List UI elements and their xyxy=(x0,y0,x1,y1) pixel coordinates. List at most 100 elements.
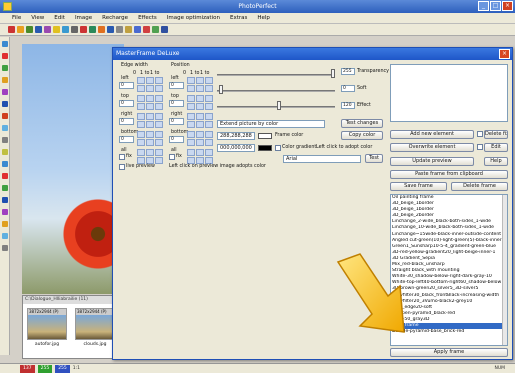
right-spin[interactable] xyxy=(137,113,145,120)
tool-icon[interactable] xyxy=(98,26,105,33)
pos-top-spin[interactable] xyxy=(187,95,195,102)
right-position-input[interactable]: 0 xyxy=(169,118,184,125)
edit-checkbox[interactable] xyxy=(477,144,483,150)
top-spin[interactable] xyxy=(155,95,163,102)
font-select[interactable]: Arial xyxy=(283,155,361,163)
pos-left-spin[interactable] xyxy=(196,77,204,84)
pos-bottom-spin[interactable] xyxy=(205,139,213,146)
list-item[interactable]: Greyfilter30_black_frontBlack-increasing… xyxy=(391,293,507,299)
tool-icon[interactable] xyxy=(143,26,150,33)
bottom-spin[interactable] xyxy=(146,131,154,138)
right-spin[interactable] xyxy=(155,121,163,128)
soft-value[interactable]: 0 xyxy=(341,85,355,92)
all-spin[interactable] xyxy=(137,157,145,164)
pos-all-spin[interactable] xyxy=(187,149,195,156)
right-spin[interactable] xyxy=(146,121,154,128)
all-spin[interactable] xyxy=(137,149,145,156)
all-spin[interactable] xyxy=(146,157,154,164)
pos-right-spin[interactable] xyxy=(187,121,195,128)
bottom-edge-input[interactable]: 0 xyxy=(119,136,134,143)
frame-list[interactable]: Oil painting frame 3D_beige_1border 3D_b… xyxy=(390,194,508,346)
overwrite-element-button[interactable]: Overwrite element xyxy=(390,143,474,152)
left-edge-input[interactable]: 0 xyxy=(119,82,134,89)
list-item[interactable]: Double-pyramid-base_brick-red xyxy=(391,329,507,335)
pos-top-spin[interactable] xyxy=(187,103,195,110)
tool-icon[interactable] xyxy=(35,26,42,33)
tool-icon[interactable] xyxy=(2,245,8,251)
tool-icon[interactable] xyxy=(161,26,168,33)
tool-icon[interactable] xyxy=(71,26,78,33)
tool-icon[interactable] xyxy=(107,26,114,33)
pos-right-spin[interactable] xyxy=(187,113,195,120)
pos-left-spin[interactable] xyxy=(196,85,204,92)
pos-right-spin[interactable] xyxy=(196,121,204,128)
pos-left-spin[interactable] xyxy=(205,85,213,92)
tool-icon[interactable] xyxy=(134,26,141,33)
frame-color-swatch[interactable] xyxy=(258,133,272,139)
menu-image[interactable]: Image xyxy=(75,15,92,21)
image-canvas[interactable] xyxy=(22,44,124,294)
bottom-position-input[interactable]: 0 xyxy=(169,136,184,143)
transparency-value[interactable]: 255 xyxy=(341,68,355,75)
tool-icon[interactable] xyxy=(2,233,8,239)
left-position-input[interactable]: 0 xyxy=(169,82,184,89)
help-button[interactable]: Help xyxy=(484,157,508,166)
list-scrollbar[interactable] xyxy=(502,195,507,345)
thumbnail[interactable]: 3872x2944 (P) xyxy=(27,308,67,340)
menu-effects[interactable]: Effects xyxy=(138,15,157,21)
tool-icon[interactable] xyxy=(2,41,8,47)
top-position-input[interactable]: 0 xyxy=(169,100,184,107)
thumbnail[interactable]: 3872x2944 (P) xyxy=(75,308,115,340)
menu-extras[interactable]: Extras xyxy=(230,15,247,21)
fix-checkbox[interactable] xyxy=(119,154,125,160)
tool-icon[interactable] xyxy=(2,65,8,71)
pos-bottom-spin[interactable] xyxy=(187,131,195,138)
left-spin[interactable] xyxy=(146,85,154,92)
add-new-element-button[interactable]: Add new element xyxy=(390,130,474,139)
tool-icon[interactable] xyxy=(2,125,8,131)
maximize-button[interactable]: □ xyxy=(490,1,501,11)
left-spin[interactable] xyxy=(155,85,163,92)
save-frame-button[interactable]: Save frame xyxy=(390,182,447,191)
color-gradient-checkbox[interactable] xyxy=(275,145,281,151)
top-spin[interactable] xyxy=(146,95,154,102)
tool-icon[interactable] xyxy=(2,53,8,59)
pos-bottom-spin[interactable] xyxy=(187,139,195,146)
minimize-button[interactable]: _ xyxy=(478,1,489,11)
tool-icon[interactable] xyxy=(17,26,24,33)
tool-icon[interactable] xyxy=(2,185,8,191)
top-spin[interactable] xyxy=(137,103,145,110)
tool-icon[interactable] xyxy=(2,173,8,179)
pos-bottom-spin[interactable] xyxy=(196,139,204,146)
tool-icon[interactable] xyxy=(2,209,8,215)
top-spin[interactable] xyxy=(155,103,163,110)
tool-icon[interactable] xyxy=(2,137,8,143)
right-spin[interactable] xyxy=(146,113,154,120)
left-spin[interactable] xyxy=(137,77,145,84)
all-spin[interactable] xyxy=(146,149,154,156)
pos-top-spin[interactable] xyxy=(196,95,204,102)
pos-right-spin[interactable] xyxy=(196,113,204,120)
pos-all-spin[interactable] xyxy=(196,149,204,156)
tool-icon[interactable] xyxy=(8,26,15,33)
tool-icon[interactable] xyxy=(44,26,51,33)
soft-slider[interactable] xyxy=(219,85,223,94)
left-spin[interactable] xyxy=(137,85,145,92)
tool-icon[interactable] xyxy=(2,221,8,227)
extend-picture-select[interactable]: Extend picture by color xyxy=(217,120,325,128)
pos-all-spin[interactable] xyxy=(205,157,213,164)
tool-icon[interactable] xyxy=(26,26,33,33)
right-edge-input[interactable]: 0 xyxy=(119,118,134,125)
menu-edit[interactable]: Edit xyxy=(54,15,65,21)
paste-frame-button[interactable]: Paste frame from clipboard xyxy=(390,170,508,179)
gradient-color-input[interactable]: 000,000,000 xyxy=(217,144,255,152)
pos-all-spin[interactable] xyxy=(187,157,195,164)
top-spin[interactable] xyxy=(137,95,145,102)
test-changes-button[interactable]: Test changes xyxy=(341,119,383,128)
frame-preview[interactable] xyxy=(390,64,508,122)
bottom-spin[interactable] xyxy=(155,139,163,146)
tool-icon[interactable] xyxy=(2,161,8,167)
effect-slider[interactable] xyxy=(277,101,281,110)
close-window-button[interactable]: × xyxy=(502,1,513,11)
list-item[interactable]: Angled cut-green(10)-light-green(5)-blac… xyxy=(391,238,507,244)
